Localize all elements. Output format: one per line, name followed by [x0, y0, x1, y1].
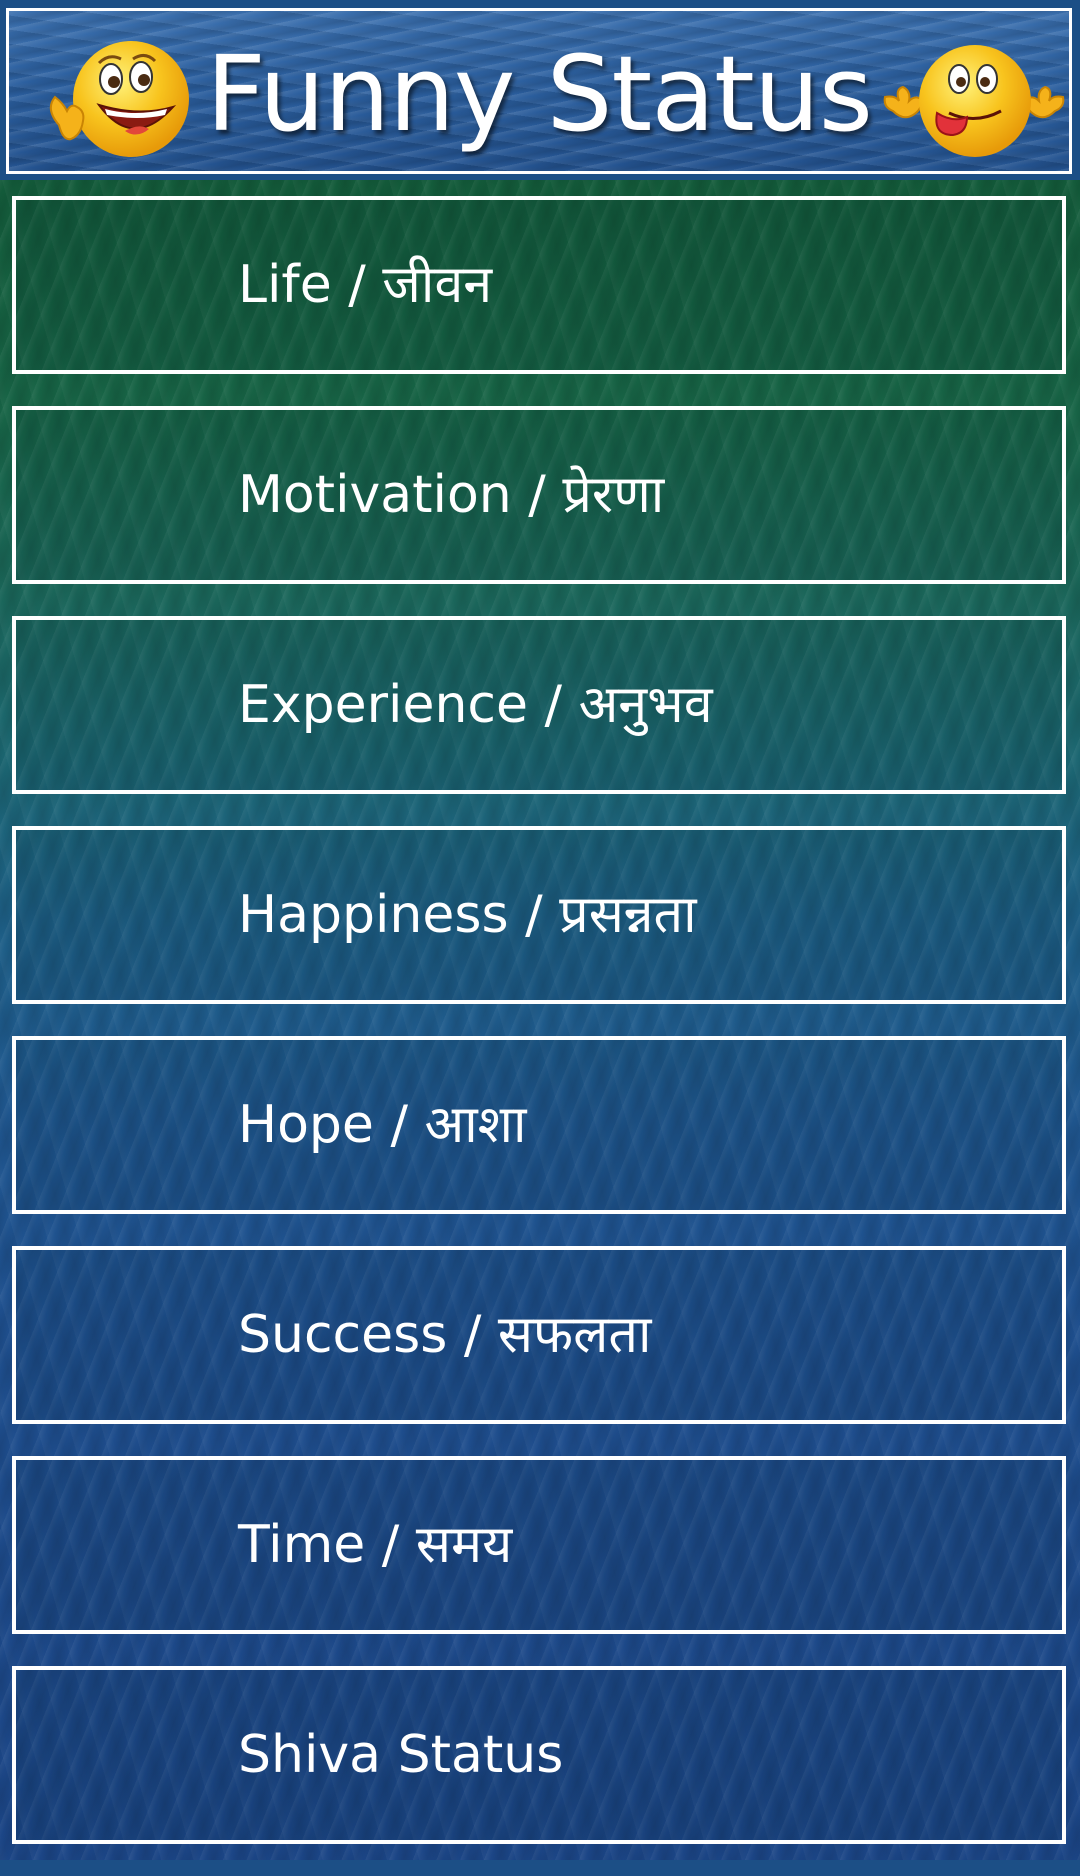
category-item-experience[interactable]: Experience / अनुभव — [12, 616, 1066, 794]
category-list: Life / जीवन Motivation / प्रेरणा Experie… — [12, 196, 1066, 1876]
category-item-hope[interactable]: Hope / आशा — [12, 1036, 1066, 1214]
category-item-time[interactable]: Time / समय — [12, 1456, 1066, 1634]
app-header: Funny Status — [6, 8, 1072, 174]
tongue-out-smiley-icon — [883, 45, 1065, 157]
category-label: Motivation / प्रेरणा — [238, 465, 665, 525]
category-item-happiness[interactable]: Happiness / प्रसन्नता — [12, 826, 1066, 1004]
category-label: Success / सफलता — [238, 1305, 652, 1365]
category-label: Hope / आशा — [238, 1095, 527, 1155]
category-label: Shiva Status — [238, 1725, 564, 1785]
category-label: Time / समय — [238, 1515, 513, 1575]
category-item-success[interactable]: Success / सफलता — [12, 1246, 1066, 1424]
category-item-life[interactable]: Life / जीवन — [12, 196, 1066, 374]
category-label: Life / जीवन — [238, 255, 493, 315]
category-label: Experience / अनुभव — [238, 675, 713, 735]
category-label: Happiness / प्रसन्नता — [238, 885, 697, 945]
category-item-shiva-status[interactable]: Shiva Status — [12, 1666, 1066, 1844]
category-item-motivation[interactable]: Motivation / प्रेरणा — [12, 406, 1066, 584]
